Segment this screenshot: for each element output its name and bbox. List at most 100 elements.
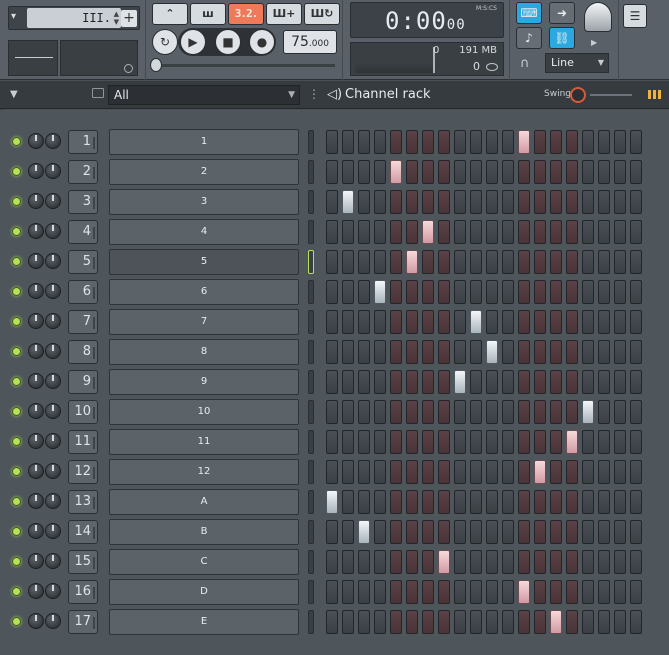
step-button[interactable]: [630, 280, 642, 304]
step-button[interactable]: [422, 370, 434, 394]
step-button[interactable]: [342, 580, 354, 604]
step-button[interactable]: [534, 370, 546, 394]
step-button[interactable]: [470, 430, 482, 454]
step-button-on[interactable]: [438, 550, 450, 574]
step-button[interactable]: [358, 430, 370, 454]
step-button-on[interactable]: [486, 340, 498, 364]
step-button[interactable]: [566, 520, 578, 544]
countdown-button[interactable]: 3.2.: [228, 3, 264, 25]
channel-mute-led[interactable]: [12, 257, 21, 266]
step-button-on[interactable]: [518, 580, 530, 604]
step-button[interactable]: [422, 280, 434, 304]
step-button[interactable]: [566, 340, 578, 364]
step-button[interactable]: [566, 160, 578, 184]
pattern-selector[interactable]: ▾ III. ▲ ▼ +: [8, 6, 140, 30]
step-button[interactable]: [438, 160, 450, 184]
step-button[interactable]: [630, 250, 642, 274]
volume-knob[interactable]: [45, 313, 61, 329]
volume-knob[interactable]: [45, 463, 61, 479]
channel-name-button[interactable]: 10: [109, 399, 299, 425]
step-button[interactable]: [470, 220, 482, 244]
channel-name-button[interactable]: 5: [109, 249, 299, 275]
step-button[interactable]: [470, 340, 482, 364]
step-button[interactable]: [374, 400, 386, 424]
step-button[interactable]: [326, 400, 338, 424]
mixer-track-number[interactable]: 4: [68, 220, 98, 244]
mixer-track-number[interactable]: 2: [68, 160, 98, 184]
step-button[interactable]: [502, 250, 514, 274]
step-button[interactable]: [374, 550, 386, 574]
step-button[interactable]: [342, 370, 354, 394]
step-button[interactable]: [454, 460, 466, 484]
play-button[interactable]: ▶: [180, 29, 206, 55]
pan-knob[interactable]: [28, 523, 44, 539]
step-button[interactable]: [598, 310, 610, 334]
step-button[interactable]: [406, 550, 418, 574]
step-button[interactable]: [358, 550, 370, 574]
channel-mute-led[interactable]: [12, 437, 21, 446]
step-button[interactable]: [502, 130, 514, 154]
channel-name-button[interactable]: 6: [109, 279, 299, 305]
channel-row[interactable]: 16 D: [0, 577, 669, 607]
step-button[interactable]: [358, 250, 370, 274]
step-button[interactable]: [598, 610, 610, 634]
step-button[interactable]: [630, 310, 642, 334]
step-button[interactable]: [438, 280, 450, 304]
snap-tool-button[interactable]: ♪: [516, 27, 542, 49]
master-pitch-handle[interactable]: [150, 58, 162, 72]
step-button[interactable]: [614, 610, 626, 634]
step-button[interactable]: [342, 130, 354, 154]
step-button[interactable]: [422, 250, 434, 274]
step-button[interactable]: [582, 460, 594, 484]
step-button[interactable]: [534, 310, 546, 334]
step-button[interactable]: [598, 550, 610, 574]
add-pattern-button[interactable]: +: [121, 10, 137, 27]
step-button[interactable]: [518, 310, 530, 334]
channel-name-button[interactable]: A: [109, 489, 299, 515]
step-button[interactable]: [390, 190, 402, 214]
step-button[interactable]: [326, 430, 338, 454]
pan-knob[interactable]: [28, 433, 44, 449]
loop-record-button[interactable]: Ш↻: [304, 3, 340, 25]
channel-name-button[interactable]: 11: [109, 429, 299, 455]
playlist-window-button[interactable]: ☰: [623, 4, 647, 28]
step-button[interactable]: [406, 460, 418, 484]
step-button[interactable]: [502, 490, 514, 514]
channel-mute-led[interactable]: [12, 197, 21, 206]
channel-select-indicator[interactable]: [308, 340, 314, 364]
step-button[interactable]: [374, 430, 386, 454]
volume-knob[interactable]: [45, 523, 61, 539]
step-button[interactable]: [422, 400, 434, 424]
step-button[interactable]: [438, 370, 450, 394]
channel-select-indicator[interactable]: [308, 430, 314, 454]
volume-knob[interactable]: [45, 553, 61, 569]
step-button[interactable]: [454, 310, 466, 334]
swing-knob[interactable]: [570, 87, 586, 103]
volume-knob[interactable]: [45, 253, 61, 269]
wait-input-button[interactable]: ꟺ: [190, 3, 226, 25]
step-button[interactable]: [598, 520, 610, 544]
step-button[interactable]: [630, 370, 642, 394]
channel-name-button[interactable]: 1: [109, 129, 299, 155]
step-button[interactable]: [326, 520, 338, 544]
step-button[interactable]: [534, 580, 546, 604]
step-button[interactable]: [486, 550, 498, 574]
step-button[interactable]: [454, 580, 466, 604]
channel-row[interactable]: 66: [0, 277, 669, 307]
channel-row[interactable]: 15 C: [0, 547, 669, 577]
step-button[interactable]: [534, 250, 546, 274]
step-button[interactable]: [550, 370, 562, 394]
channel-name-button[interactable]: D: [109, 579, 299, 605]
step-button[interactable]: [518, 550, 530, 574]
step-button[interactable]: [566, 130, 578, 154]
step-button[interactable]: [390, 310, 402, 334]
step-button[interactable]: [342, 400, 354, 424]
step-button[interactable]: [358, 610, 370, 634]
step-button[interactable]: [470, 250, 482, 274]
step-button[interactable]: [374, 190, 386, 214]
step-button[interactable]: [422, 520, 434, 544]
channel-select-indicator[interactable]: [308, 580, 314, 604]
channel-mute-led[interactable]: [12, 377, 21, 386]
step-button[interactable]: [454, 490, 466, 514]
step-button[interactable]: [518, 190, 530, 214]
